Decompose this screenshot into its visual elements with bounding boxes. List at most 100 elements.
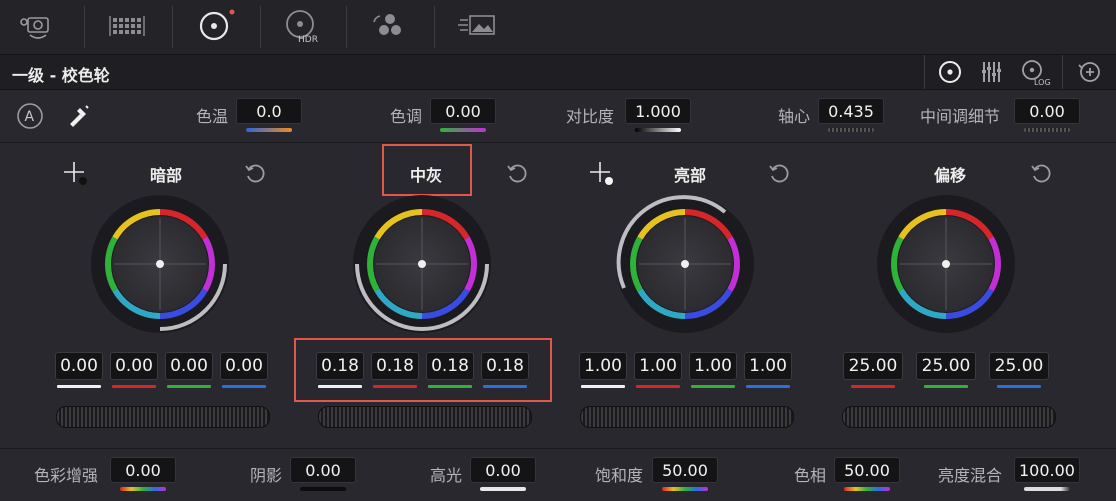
green-indicator <box>428 385 472 388</box>
lum-mix-label: 亮度混合 <box>938 466 1003 485</box>
color-wheels-icon[interactable] <box>184 6 246 46</box>
crosshair-icon[interactable] <box>62 160 90 188</box>
reset-all-icon[interactable] <box>1070 55 1110 89</box>
reset-icon[interactable] <box>242 160 268 186</box>
saturation-label: 饱和度 <box>595 466 644 485</box>
lift-green-field[interactable]: 0.00 <box>165 352 213 380</box>
wheel-title-lift: 暗部 <box>149 166 182 185</box>
gamma-red-field[interactable]: 0.18 <box>371 352 419 380</box>
color-wheel[interactable] <box>876 194 1016 334</box>
wheel-title-gain: 亮部 <box>673 166 706 185</box>
blue-indicator <box>997 385 1041 388</box>
shadows-label: 阴影 <box>250 466 283 485</box>
red-indicator <box>112 385 156 388</box>
gamma-green-field[interactable]: 0.18 <box>426 352 474 380</box>
toolbar: HDR <box>0 0 1116 55</box>
pivot-scale <box>828 128 874 132</box>
offset-blue-field[interactable]: 25.00 <box>989 352 1049 380</box>
tint-label: 色调 <box>390 107 423 126</box>
log-label: LOG <box>1034 78 1051 87</box>
hue-field[interactable]: 50.00 <box>834 457 900 483</box>
blue-indicator <box>483 385 527 388</box>
motion-effects-icon[interactable] <box>446 6 508 46</box>
green-indicator <box>924 385 968 388</box>
color-boost-gradient <box>120 487 166 491</box>
offset-red-field[interactable]: 25.00 <box>843 352 903 380</box>
pivot-label: 轴心 <box>778 107 811 126</box>
green-indicator <box>167 385 211 388</box>
crosshair-icon[interactable] <box>588 160 616 188</box>
eyedropper-icon[interactable] <box>64 102 92 130</box>
detail-field[interactable]: 0.00 <box>1014 98 1080 124</box>
hue-label: 色相 <box>794 466 827 485</box>
gain-blue-field[interactable]: 1.00 <box>744 352 792 380</box>
offset-green-field[interactable]: 25.00 <box>916 352 976 380</box>
lift-master-field[interactable]: 0.00 <box>55 352 103 380</box>
highlights-label: 高光 <box>430 466 463 485</box>
tint-field[interactable]: 0.00 <box>430 98 496 124</box>
wheels-mode-icon[interactable] <box>930 55 970 89</box>
pivot-field[interactable]: 0.435 <box>818 98 884 124</box>
master-indicator <box>57 385 101 388</box>
gamma-master-field[interactable]: 0.18 <box>316 352 364 380</box>
color-wheel[interactable] <box>90 194 230 334</box>
panel-header: 一级 - 校色轮 LOG <box>0 55 1116 90</box>
reset-icon[interactable] <box>766 160 792 186</box>
primary-adjust-row: A 色温 0.0 色调 0.00 对比度 1.000 轴心 0.435 中间调细… <box>0 90 1116 143</box>
temp-label: 色温 <box>196 107 229 126</box>
hdr-icon[interactable]: HDR <box>272 6 334 46</box>
red-indicator <box>851 385 895 388</box>
offset-master-dial[interactable] <box>842 406 1056 428</box>
highlights-field[interactable]: 0.00 <box>470 457 536 483</box>
reset-icon[interactable] <box>1028 160 1054 186</box>
color-wheel[interactable] <box>615 194 755 334</box>
reset-icon[interactable] <box>504 160 530 186</box>
contrast-field[interactable]: 1.000 <box>625 98 691 124</box>
lum-mix-gradient <box>1024 487 1070 491</box>
gamma-master-dial[interactable] <box>318 406 532 428</box>
master-indicator <box>318 385 362 388</box>
master-indicator <box>581 385 625 388</box>
bars-mode-icon[interactable] <box>972 55 1012 89</box>
color-match-icon[interactable] <box>96 6 158 46</box>
lift-red-field[interactable]: 0.00 <box>110 352 158 380</box>
hue-gradient <box>844 487 890 491</box>
auto-balance-button[interactable]: A <box>16 102 44 130</box>
tint-gradient <box>440 128 486 132</box>
rgb-mixer-icon[interactable] <box>358 6 420 46</box>
page-title: 一级 - 校色轮 <box>12 66 110 85</box>
detail-label: 中间调细节 <box>920 107 1001 126</box>
red-indicator <box>373 385 417 388</box>
secondary-adjust-row: 色彩增强 0.00 阴影 0.00 高光 0.00 饱和度 50.00 色相 5… <box>0 448 1116 501</box>
hdr-label: HDR <box>298 35 318 45</box>
gain-red-field[interactable]: 1.00 <box>634 352 682 380</box>
highlights-gradient <box>480 487 526 491</box>
gamma-blue-field[interactable]: 0.18 <box>481 352 529 380</box>
gain-green-field[interactable]: 1.00 <box>689 352 737 380</box>
temp-field[interactable]: 0.0 <box>236 98 302 124</box>
auto-label: A <box>25 109 35 125</box>
log-mode-icon[interactable]: LOG <box>1014 55 1054 89</box>
detail-scale <box>1024 128 1070 132</box>
saturation-gradient <box>662 487 708 491</box>
color-boost-label: 色彩增强 <box>34 466 99 485</box>
saturation-field[interactable]: 50.00 <box>652 457 718 483</box>
camera-raw-icon[interactable] <box>8 6 70 46</box>
lift-blue-field[interactable]: 0.00 <box>220 352 268 380</box>
gain-master-field[interactable]: 1.00 <box>579 352 627 380</box>
lift-master-dial[interactable] <box>56 406 270 428</box>
gain-master-dial[interactable] <box>580 406 794 428</box>
green-indicator <box>691 385 735 388</box>
color-wheel[interactable] <box>352 194 492 334</box>
contrast-label: 对比度 <box>566 107 615 126</box>
blue-indicator <box>222 385 266 388</box>
red-indicator <box>636 385 680 388</box>
color-boost-field[interactable]: 0.00 <box>110 457 176 483</box>
wheel-title-offset: 偏移 <box>933 166 966 185</box>
contrast-gradient <box>635 128 681 132</box>
shadows-field[interactable]: 0.00 <box>290 457 356 483</box>
title-highlight-box <box>382 144 472 196</box>
lum-mix-field[interactable]: 100.00 <box>1014 457 1080 483</box>
shadows-gradient <box>300 487 346 491</box>
temp-gradient <box>246 128 292 132</box>
